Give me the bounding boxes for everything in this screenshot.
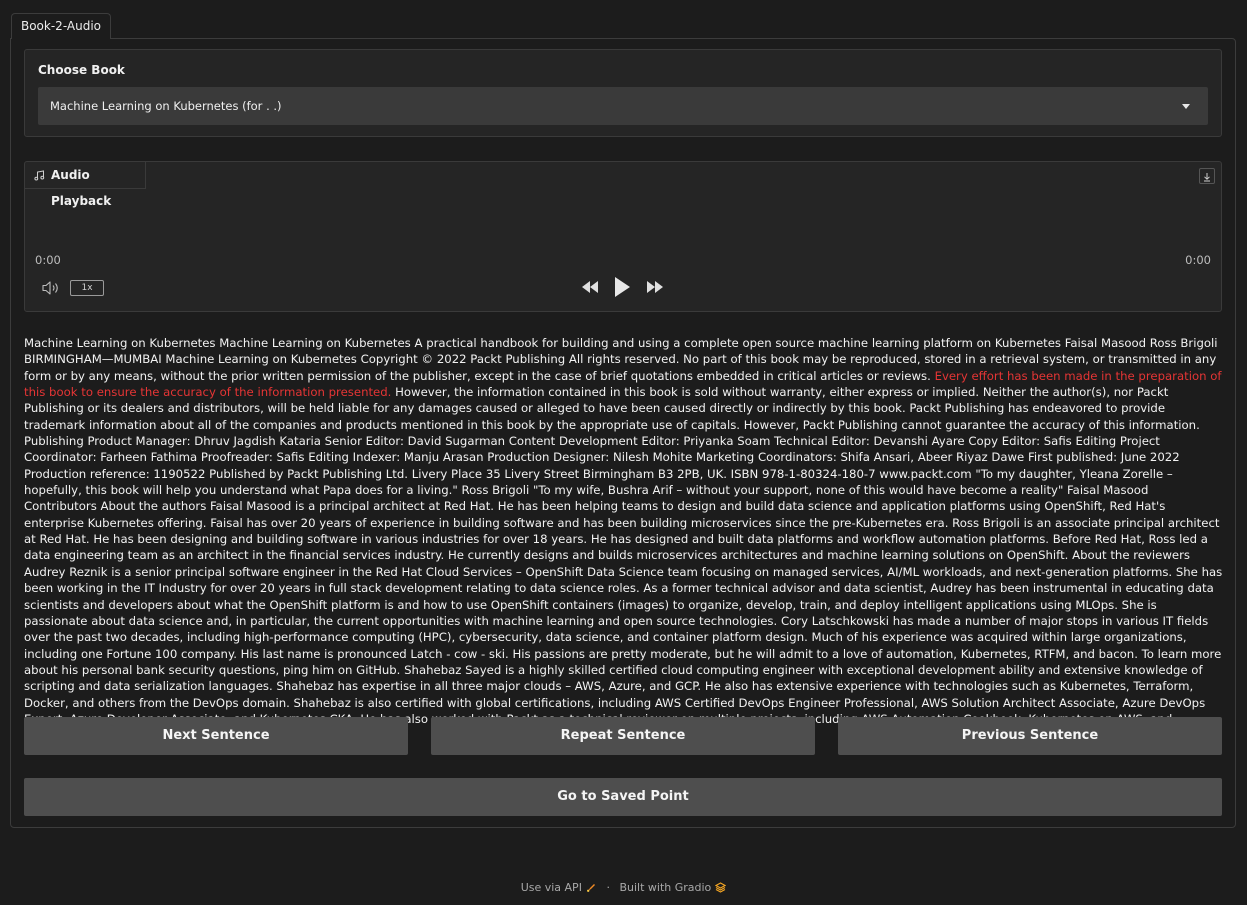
audio-playback-title: Audio Playback	[51, 168, 112, 208]
volume-icon[interactable]	[41, 280, 61, 296]
book-dropdown-value: Machine Learning on Kubernetes (for . .)	[50, 99, 282, 113]
next-sentence-button[interactable]: Next Sentence	[24, 717, 408, 755]
book-text-after: However, the information contained in th…	[24, 385, 1223, 742]
audio-playback-label: Audio Playback	[25, 162, 146, 208]
go-to-saved-point-button[interactable]: Go to Saved Point	[24, 778, 1222, 816]
fast-forward-icon[interactable]	[645, 277, 665, 297]
previous-sentence-button[interactable]: Previous Sentence	[838, 717, 1222, 755]
built-with-gradio-link[interactable]: Built with Gradio	[619, 881, 727, 894]
choose-book-label: Choose Book	[38, 63, 125, 77]
music-note-icon	[34, 170, 45, 181]
book-dropdown[interactable]: Machine Learning on Kubernetes (for . .)	[38, 87, 1208, 125]
playback-speed-button[interactable]: 1x	[70, 280, 104, 296]
repeat-sentence-button[interactable]: Repeat Sentence	[431, 717, 815, 755]
tab-book-2-audio[interactable]: Book-2-Audio	[11, 13, 111, 39]
book-text: Machine Learning on Kubernetes Machine L…	[24, 335, 1223, 744]
use-via-api-label: Use via API	[520, 881, 582, 894]
duration-time: 0:00	[1185, 253, 1211, 267]
gradio-logo-icon	[715, 882, 727, 893]
choose-book-block: Choose Book Machine Learning on Kubernet…	[24, 49, 1222, 137]
rewind-icon[interactable]	[580, 277, 600, 297]
download-button[interactable]	[1199, 168, 1215, 184]
current-time: 0:00	[35, 253, 61, 267]
download-icon	[1204, 173, 1210, 182]
footer: Use via API · Built with Gradio	[0, 881, 1247, 894]
play-icon[interactable]	[612, 275, 632, 299]
audio-playback-block: Audio Playback 0:00 0:00 1x	[24, 161, 1222, 312]
built-with-gradio-label: Built with Gradio	[619, 881, 712, 894]
chevron-down-icon	[1182, 104, 1190, 109]
rocket-icon	[586, 884, 595, 892]
use-via-api-link[interactable]: Use via API	[521, 881, 597, 894]
footer-separator: ·	[606, 881, 610, 894]
